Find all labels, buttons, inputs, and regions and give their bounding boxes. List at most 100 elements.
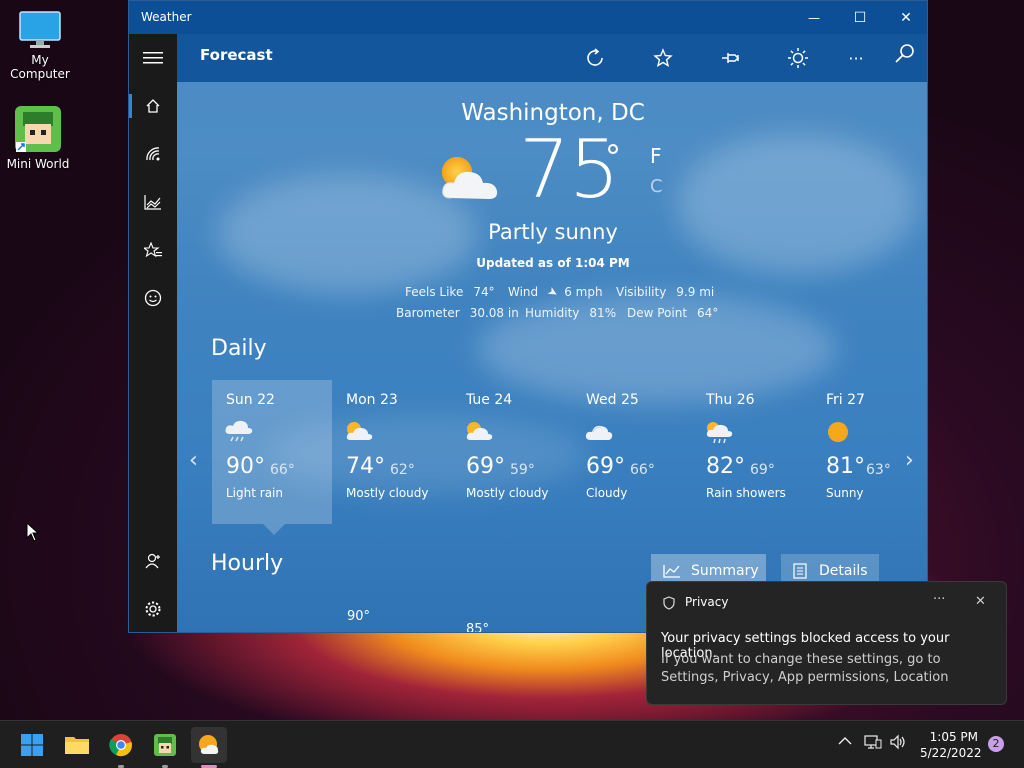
- app-header: Forecast ···: [177, 34, 927, 82]
- maximize-icon: ☐: [853, 9, 867, 26]
- desktop-icon-label: My Computer: [10, 53, 70, 81]
- privacy-notification[interactable]: Privacy ··· ✕ Your privacy settings bloc…: [646, 581, 1007, 705]
- pin-button[interactable]: [713, 40, 749, 76]
- visibility: Visibility 9.9 mi: [616, 285, 715, 299]
- window-title: Weather: [141, 10, 192, 24]
- minimize-icon: —: [808, 10, 820, 25]
- clock-time: 1:05 PM: [929, 730, 978, 744]
- nav-item-settings[interactable]: [129, 589, 177, 629]
- search-button[interactable]: [887, 36, 923, 72]
- chart-icon: [144, 195, 161, 210]
- selected-day-pointer: [263, 524, 285, 535]
- favorites-icon: [144, 242, 162, 258]
- close-icon: ✕: [900, 9, 912, 26]
- rain-icon: [225, 420, 253, 442]
- desktop-icon-my-computer[interactable]: My Computer: [0, 10, 80, 81]
- volume-icon[interactable]: [889, 734, 907, 754]
- mini-world-taskbar-button[interactable]: [147, 727, 183, 768]
- details-tab-label: Details: [819, 563, 868, 579]
- hourly-heading: Hourly: [211, 551, 284, 576]
- nav-sidebar: [129, 34, 177, 632]
- notification-count-badge[interactable]: 2: [988, 736, 1004, 752]
- window-titlebar[interactable]: Weather — ☐ ✕: [129, 1, 927, 34]
- favorite-button[interactable]: [645, 40, 681, 76]
- day-card[interactable]: Wed 25 69° 66° Cloudy: [572, 380, 692, 524]
- degree-symbol: °: [605, 138, 621, 176]
- search-icon: [895, 44, 914, 63]
- notification-detail: If you want to change these settings, go…: [661, 652, 949, 685]
- pin-icon: [722, 53, 740, 63]
- weather-window: Weather — ☐ ✕ Forecast ··· Washington, D…: [128, 0, 928, 633]
- day-card[interactable]: Mon 23 74° 62° Mostly cloudy: [332, 380, 452, 524]
- nav-item-life[interactable]: [129, 278, 177, 318]
- document-icon: [793, 563, 807, 579]
- desktop-icon-label: Mini World: [6, 157, 70, 171]
- daily-heading: Daily: [211, 336, 267, 361]
- current-condition: Partly sunny: [488, 220, 618, 244]
- sun-icon: [828, 422, 848, 442]
- brightness-button[interactable]: [780, 40, 816, 76]
- taskbar: 1:05 PM 5/22/2022 2: [0, 720, 1024, 768]
- shield-icon: [663, 596, 675, 610]
- notification-more-button[interactable]: ···: [933, 592, 945, 607]
- close-button[interactable]: ✕: [883, 1, 927, 34]
- mouse-cursor-icon: [26, 522, 40, 542]
- network-icon[interactable]: [864, 734, 882, 754]
- more-button[interactable]: ···: [838, 40, 874, 76]
- hourly-peek-temp: 90°: [347, 609, 371, 624]
- barometer: Barometer 30.08 in: [396, 306, 519, 320]
- weather-icon: [199, 735, 219, 754]
- day-card[interactable]: Tue 24 69° 59° Mostly cloudy: [452, 380, 572, 524]
- monitor-icon: [19, 11, 61, 48]
- settings-icon: [145, 601, 161, 617]
- nav-item-account[interactable]: [129, 541, 177, 581]
- wind: Wind ➤ 6 mph: [508, 283, 603, 301]
- updated-time: Updated as of 1:04 PM: [476, 256, 630, 270]
- chart-line-icon: [663, 565, 680, 578]
- hamburger-menu-button[interactable]: [129, 38, 177, 78]
- unit-f-toggle[interactable]: F: [650, 144, 662, 168]
- nav-item-maps[interactable]: [129, 134, 177, 174]
- nav-item-favorites[interactable]: [129, 230, 177, 270]
- chrome-icon: [109, 734, 132, 757]
- mini-world-icon: [15, 106, 61, 152]
- notification-title: Privacy: [685, 595, 729, 609]
- nav-item-historical[interactable]: [129, 182, 177, 222]
- partly-sunny-icon: [442, 157, 498, 199]
- weather-taskbar-button[interactable]: [191, 727, 227, 768]
- page-title: Forecast: [200, 46, 273, 64]
- show-hidden-icons-chevron-icon[interactable]: [838, 734, 852, 750]
- start-icon: [21, 734, 43, 756]
- nav-item-forecast[interactable]: [129, 86, 177, 126]
- refresh-button[interactable]: [577, 40, 613, 76]
- current-temperature: 75: [519, 130, 620, 210]
- day-card[interactable]: Thu 26 82° 69° Rain showers: [692, 380, 812, 524]
- clock[interactable]: 1:05 PM 5/22/2022: [920, 729, 982, 761]
- wind-direction-icon: ➤: [545, 283, 562, 301]
- desktop-icon-mini-world[interactable]: Mini World: [0, 104, 78, 171]
- dew-point: Dew Point 64°: [627, 306, 719, 320]
- showers-icon: [706, 422, 733, 444]
- smiley-icon: [144, 289, 162, 307]
- day-card[interactable]: Fri 27 81° 63° Sunny: [812, 380, 927, 524]
- hamburger-icon: [143, 52, 163, 64]
- feels-like: Feels Like 74°: [405, 285, 495, 299]
- brightness-icon: [788, 48, 808, 68]
- forecast-main: Forecast ··· Washington, DC 75 ° F C Par…: [177, 34, 927, 633]
- start-button[interactable]: [14, 727, 50, 763]
- radar-icon: [146, 147, 160, 161]
- account-icon: [145, 553, 160, 569]
- maximize-button[interactable]: ☐: [837, 1, 883, 34]
- hourly-peek-temp: 85°: [466, 622, 490, 633]
- favorite-star-icon: [653, 48, 673, 67]
- file-explorer-button[interactable]: [59, 727, 95, 763]
- minimize-button[interactable]: —: [791, 1, 837, 34]
- day-card[interactable]: Sun 22 90° 66° Light rain: [212, 380, 332, 524]
- home-icon: [146, 99, 160, 113]
- daily-prev-arrow-icon[interactable]: ‹: [189, 448, 198, 473]
- notification-close-button[interactable]: ✕: [975, 594, 986, 609]
- chrome-button[interactable]: [103, 727, 139, 768]
- unit-c-toggle[interactable]: C: [650, 176, 663, 197]
- cloudy-icon: [585, 425, 613, 440]
- summary-tab-label: Summary: [691, 563, 759, 579]
